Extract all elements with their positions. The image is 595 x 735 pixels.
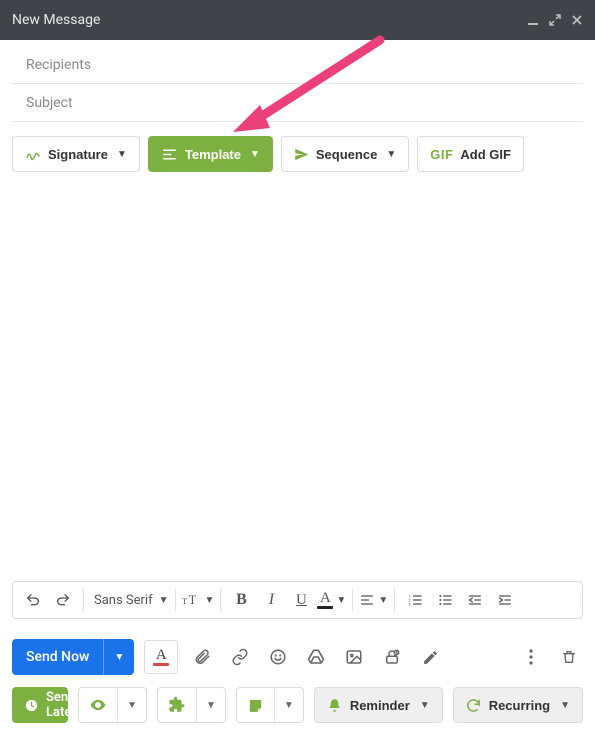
send-later-button[interactable]: Send Later ▼: [12, 687, 68, 723]
window-title: New Message: [12, 12, 527, 28]
notes-button[interactable]: ▼: [236, 687, 304, 723]
undo-button[interactable]: [19, 586, 47, 614]
more-options-icon[interactable]: [517, 643, 545, 671]
chevron-down-icon: ▼: [560, 700, 570, 711]
recurring-button[interactable]: Recurring ▼: [453, 687, 583, 723]
chevron-down-icon: ▼: [117, 688, 146, 722]
template-button[interactable]: Template ▼: [148, 136, 273, 172]
bottom-row-2: Send Later ▼ ▼ ▼ ▼ Reminder: [12, 687, 583, 723]
expand-icon[interactable]: [549, 14, 561, 26]
signature-label: Signature: [48, 147, 108, 162]
minimize-icon[interactable]: [527, 14, 539, 26]
window-controls: [527, 14, 583, 26]
chevron-down-icon: ▼: [196, 688, 225, 722]
bottom-row-1: Send Now ▼ A: [12, 639, 583, 675]
reminder-button[interactable]: Reminder ▼: [314, 687, 443, 723]
sequence-icon: [294, 147, 309, 162]
chevron-down-icon: ▼: [274, 688, 303, 722]
svg-text:3: 3: [409, 601, 411, 606]
reminder-label: Reminder: [350, 698, 410, 713]
indent-less-button[interactable]: [461, 586, 489, 614]
bullet-list-button[interactable]: [431, 586, 459, 614]
redo-button[interactable]: [49, 586, 77, 614]
recurring-label: Recurring: [489, 698, 550, 713]
italic-button[interactable]: I: [257, 586, 285, 614]
numbered-list-button[interactable]: 123: [401, 586, 429, 614]
send-now-dropdown[interactable]: ▼: [103, 639, 134, 675]
recipients-placeholder: Recipients: [26, 57, 91, 73]
send-now-label: Send Now: [12, 639, 103, 675]
close-icon[interactable]: [571, 14, 583, 26]
chevron-down-icon: ▼: [386, 149, 396, 160]
sequence-button[interactable]: Sequence ▼: [281, 136, 409, 172]
underline-button[interactable]: U: [287, 586, 315, 614]
sequence-label: Sequence: [316, 147, 377, 162]
add-gif-label: Add GIF: [460, 147, 511, 162]
bold-button[interactable]: B: [227, 586, 255, 614]
eye-icon: [79, 696, 117, 714]
subject-field[interactable]: Subject: [12, 84, 583, 122]
font-family-label: Sans Serif: [90, 593, 159, 608]
gif-icon: GIF: [430, 147, 453, 162]
recipients-field[interactable]: Recipients: [12, 46, 583, 84]
separator: [175, 589, 176, 611]
separator: [220, 589, 221, 611]
separator: [394, 589, 395, 611]
indent-more-button[interactable]: [491, 586, 519, 614]
drive-icon[interactable]: [302, 643, 330, 671]
compose-action-row: Signature ▼ Template ▼ Sequence ▼ GIF Ad…: [0, 122, 595, 182]
puzzle-icon: [158, 696, 196, 714]
send-now-button[interactable]: Send Now ▼: [12, 639, 134, 675]
insert-image-icon[interactable]: [340, 643, 368, 671]
titlebar: New Message: [0, 0, 595, 40]
text-color-tool[interactable]: A: [144, 640, 178, 674]
chevron-down-icon: ▼: [250, 149, 260, 160]
confidential-icon[interactable]: [378, 643, 406, 671]
template-icon: [161, 146, 178, 163]
subject-placeholder: Subject: [26, 95, 73, 111]
text-color-button[interactable]: A ▼: [317, 586, 346, 614]
font-family-select[interactable]: Sans Serif ▼: [90, 586, 169, 614]
bell-icon: [327, 698, 342, 713]
add-gif-button[interactable]: GIF Add GIF: [417, 136, 524, 172]
font-size-button[interactable]: TT ▼: [182, 586, 215, 614]
emoji-icon[interactable]: [264, 643, 292, 671]
format-toolbar: Sans Serif ▼ TT ▼ B I U A ▼ ▼ 123: [12, 581, 583, 619]
chevron-down-icon: ▼: [117, 149, 127, 160]
link-icon[interactable]: [226, 643, 254, 671]
separator: [352, 589, 353, 611]
extension-button[interactable]: ▼: [157, 687, 226, 723]
recurring-icon: [466, 698, 481, 713]
tracking-button[interactable]: ▼: [78, 687, 147, 723]
align-button[interactable]: ▼: [359, 586, 388, 614]
bottom-toolbar: Send Now ▼ A: [0, 627, 595, 735]
signature-icon: [25, 146, 41, 162]
note-icon: [237, 697, 274, 714]
pen-icon[interactable]: [416, 643, 444, 671]
discard-icon[interactable]: [555, 643, 583, 671]
chevron-down-icon: ▼: [420, 700, 430, 711]
svg-text:T: T: [188, 593, 196, 607]
template-label: Template: [185, 147, 241, 162]
clock-icon: [24, 698, 39, 713]
separator: [83, 589, 84, 611]
send-later-label: Send Later: [46, 690, 68, 720]
svg-text:T: T: [182, 597, 187, 606]
attachment-icon[interactable]: [188, 643, 216, 671]
signature-button[interactable]: Signature ▼: [12, 136, 140, 172]
